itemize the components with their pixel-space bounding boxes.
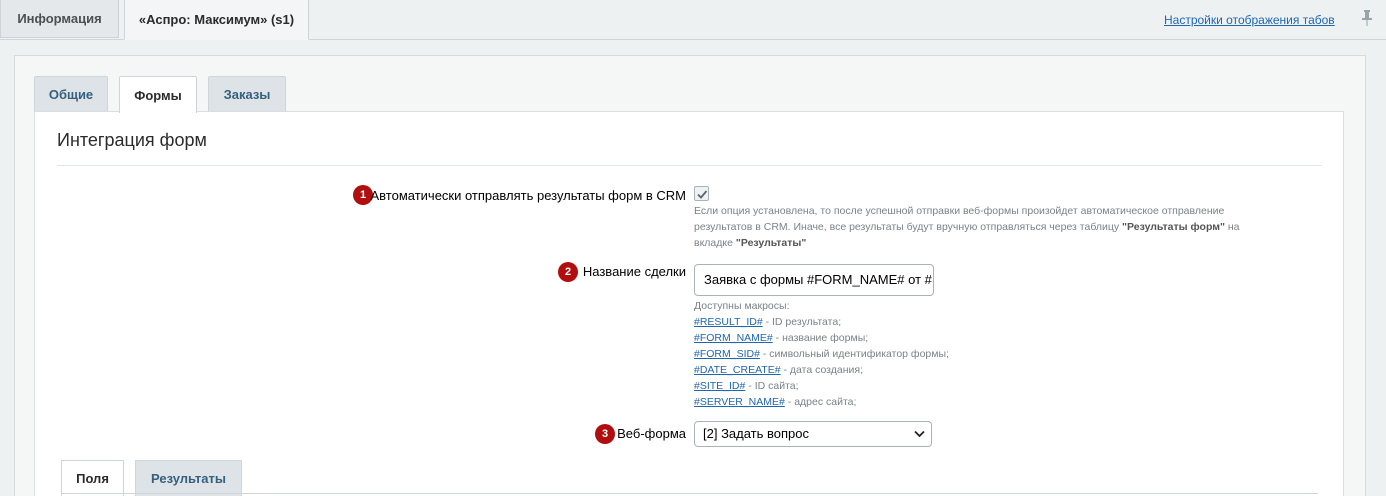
macro-link-site-id[interactable]: #SITE_ID#	[694, 380, 745, 392]
macro-link-server-name[interactable]: #SERVER_NAME#	[694, 396, 785, 408]
bottom-tabs-divider	[61, 493, 1318, 494]
macro-link-form-name[interactable]: #FORM_NAME#	[694, 332, 773, 344]
macro-row: #FORM_SID# - символьный идентификатор фо…	[694, 348, 949, 360]
forms-tab-content	[34, 111, 1344, 496]
macro-row: #SITE_ID# - ID сайта;	[694, 380, 799, 392]
auto-send-note-line-1: Если опция установлена, то после успешно…	[694, 205, 1225, 217]
auto-send-label: Автоматически отправлять результаты форм…	[370, 188, 687, 203]
auto-send-note: Если опция установлена, то после успешно…	[694, 203, 1240, 251]
macros-title: Доступны макросы:	[694, 300, 790, 312]
top-tab-bar: Информация «Аспро: Максимум» (s1) Настро…	[0, 0, 1386, 40]
step-badge-3: 3	[595, 424, 615, 444]
section-title: Интеграция форм	[57, 130, 207, 150]
auto-send-note-line-2: результатов в CRM. Иначе, все результаты…	[694, 221, 1240, 233]
auto-send-note-line-3: вкладке "Результаты"	[694, 237, 807, 249]
step-badge-2: 2	[558, 262, 578, 282]
tab-forms[interactable]: Формы	[119, 76, 197, 113]
pin-icon[interactable]	[1361, 9, 1373, 27]
checkmark-icon	[697, 190, 708, 199]
tab-orders[interactable]: Заказы	[208, 76, 286, 112]
macro-row: #DATE_CREATE# - дата создания;	[694, 364, 863, 376]
auto-send-checkbox[interactable]	[694, 186, 709, 201]
macro-link-result-id[interactable]: #RESULT_ID#	[694, 316, 763, 328]
macros-list: Доступны макросы: #RESULT_ID# - ID резул…	[694, 298, 949, 410]
web-form-select[interactable]: [2] Задать вопрос	[694, 421, 932, 447]
divider	[57, 165, 1322, 166]
macro-link-date-create[interactable]: #DATE_CREATE#	[694, 364, 781, 376]
tab-aspro-maximum[interactable]: «Аспро: Максимум» (s1)	[124, 0, 309, 40]
macro-row: #SERVER_NAME# - адрес сайта;	[694, 396, 857, 408]
deal-name-input[interactable]: Заявка с формы #FORM_NAME# от #	[694, 264, 934, 296]
deal-name-label: Название сделки	[582, 264, 686, 279]
macro-link-form-sid[interactable]: #FORM_SID#	[694, 348, 760, 360]
web-form-selected-value: [2] Задать вопрос	[703, 426, 810, 441]
tab-information[interactable]: Информация	[0, 0, 119, 38]
tab-results[interactable]: Результаты	[135, 460, 242, 496]
tab-fields[interactable]: Поля	[61, 460, 124, 496]
chevron-down-icon	[914, 430, 925, 438]
macro-row: #FORM_NAME# - название формы;	[694, 332, 869, 344]
tab-display-settings-link[interactable]: Настройки отображения табов	[1164, 13, 1335, 27]
tab-general[interactable]: Общие	[34, 76, 108, 112]
macro-row: #RESULT_ID# - ID результата;	[694, 316, 842, 328]
web-form-label: Веб-форма	[617, 426, 686, 441]
